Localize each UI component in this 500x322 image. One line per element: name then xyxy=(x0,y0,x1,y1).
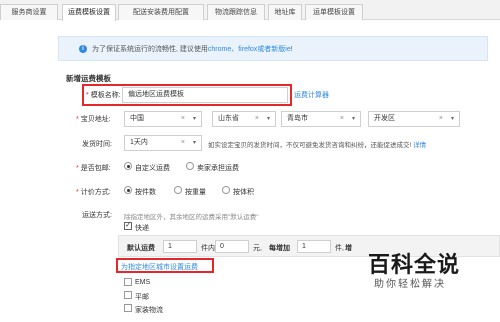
surface-mail-label: 平邮 xyxy=(135,294,149,301)
tab-shipping-template[interactable]: 运费模板设置 xyxy=(62,4,116,21)
chevron-down-icon: ▾ xyxy=(266,116,270,122)
radio-by-weight[interactable] xyxy=(174,186,182,194)
clear-icon[interactable]: × xyxy=(340,112,344,126)
radio-by-weight-label: 按重量 xyxy=(185,189,206,196)
chevron-down-icon: ▾ xyxy=(192,140,196,146)
radio-by-count-label: 按件数 xyxy=(135,189,156,196)
tab-provider-settings[interactable]: 服务商设置 xyxy=(0,4,58,20)
browser-notice: i 为了保证系统运行的流畅性, 建议使用chrome、firefox或者新版ie… xyxy=(58,36,488,61)
express-checkbox[interactable]: ✓ xyxy=(124,222,132,230)
ship-time-select[interactable]: 1天内 × ▾ xyxy=(124,135,202,151)
chevron-down-icon: ▾ xyxy=(192,116,196,122)
country-value: 中国 xyxy=(130,115,144,122)
shipping-calculator-link[interactable]: 运费计算器 xyxy=(294,90,329,100)
home-logistics-label: 家装物流 xyxy=(135,307,163,314)
shipping-method-hint: 除指定地区外，其余地区的运费采用"默认运费" xyxy=(124,214,259,221)
tab-waybill-template[interactable]: 运单模板设置 xyxy=(305,4,363,20)
pricing-label: * 计价方式: xyxy=(76,189,111,196)
tab-address-book[interactable]: 地址库 xyxy=(268,4,302,20)
template-name-label: * 模板名称: xyxy=(86,92,121,99)
fee-unit-label: 元, xyxy=(253,245,262,252)
clear-icon[interactable]: × xyxy=(181,112,185,126)
radio-custom-fee[interactable] xyxy=(124,162,132,170)
notice-prefix: 为了保证系统运行的流畅性, 建议使用 xyxy=(92,46,208,53)
shipping-method-label: 运送方式: xyxy=(82,212,112,219)
clear-icon[interactable]: × xyxy=(255,112,259,126)
radio-custom-fee-label: 自定义运费 xyxy=(135,165,170,172)
address-label: * 宝贝地址: xyxy=(76,116,111,123)
specify-region-fee-link[interactable]: 为指定地区城市设置运费 xyxy=(121,262,198,272)
ship-time-value: 1天内 xyxy=(130,139,148,146)
info-icon: i xyxy=(79,45,87,53)
first-fee-input[interactable]: 0 xyxy=(215,240,249,253)
extra-label: 增 xyxy=(345,245,352,252)
template-name-input[interactable]: 偏远地区运费模板 xyxy=(122,87,288,103)
district-value: 开发区 xyxy=(374,115,395,122)
surface-mail-checkbox[interactable] xyxy=(124,291,132,299)
clear-icon[interactable]: × xyxy=(439,112,443,126)
top-tab-bar: 服务商设置 运费模板设置 配送安装费用配置 物流跟踪信息 地址库 运单模板设置 xyxy=(0,0,500,21)
notice-browsers: chrome、firefox或者新版ie xyxy=(207,46,291,53)
watermark-logo: 百科全说 助你轻松解决 xyxy=(360,245,495,295)
radio-by-volume[interactable] xyxy=(222,186,230,194)
details-link[interactable]: 详情 xyxy=(413,142,426,149)
first-qty-input[interactable]: 1 xyxy=(163,240,197,253)
radio-seller-pays[interactable] xyxy=(186,162,194,170)
ems-label: EMS xyxy=(135,279,151,286)
province-select[interactable]: 山东省 × ▾ xyxy=(212,111,276,127)
radio-seller-pays-label: 卖家承担运费 xyxy=(197,165,239,172)
province-value: 山东省 xyxy=(218,115,239,122)
ship-time-hint: 如实设定宝贝的发货时间，不仅可避免发货咨询和纠纷，还能促进成交! 详情 xyxy=(208,142,427,149)
watermark-sub: 助你轻松解决 xyxy=(374,279,446,290)
city-value: 青岛市 xyxy=(287,115,308,122)
radio-by-volume-label: 按体积 xyxy=(233,189,254,196)
city-select[interactable]: 青岛市 × ▾ xyxy=(281,111,361,127)
default-fee-label: 默认运费 xyxy=(127,245,155,252)
increment-input[interactable]: 1 xyxy=(297,240,331,253)
notice-text: 为了保证系统运行的流畅性, 建议使用chrome、firefox或者新版ie! xyxy=(92,44,293,54)
clear-icon[interactable]: × xyxy=(181,136,185,150)
district-select[interactable]: 开发区 × ▾ xyxy=(368,111,460,127)
chevron-down-icon: ▾ xyxy=(450,116,454,122)
tail-unit-label: 件, xyxy=(335,245,344,252)
chevron-down-icon: ▾ xyxy=(351,116,355,122)
ems-checkbox[interactable] xyxy=(124,278,132,286)
increment-label: 每增加 xyxy=(269,245,290,252)
ship-time-label: 发货时间: xyxy=(82,141,112,148)
free-shipping-label: * 是否包邮: xyxy=(76,165,111,172)
express-label: 快递 xyxy=(135,225,149,232)
notice-suffix: ! xyxy=(290,46,293,53)
radio-by-count[interactable] xyxy=(124,186,132,194)
page-title: 新增运费模板 xyxy=(66,74,111,83)
home-logistics-checkbox[interactable] xyxy=(124,304,132,312)
qty-unit-label: 件内 xyxy=(201,245,215,252)
tab-logistics-tracking[interactable]: 物流跟踪信息 xyxy=(207,4,265,20)
tab-delivery-install-fee[interactable]: 配送安装费用配置 xyxy=(118,4,204,20)
country-select[interactable]: 中国 × ▾ xyxy=(124,111,202,127)
